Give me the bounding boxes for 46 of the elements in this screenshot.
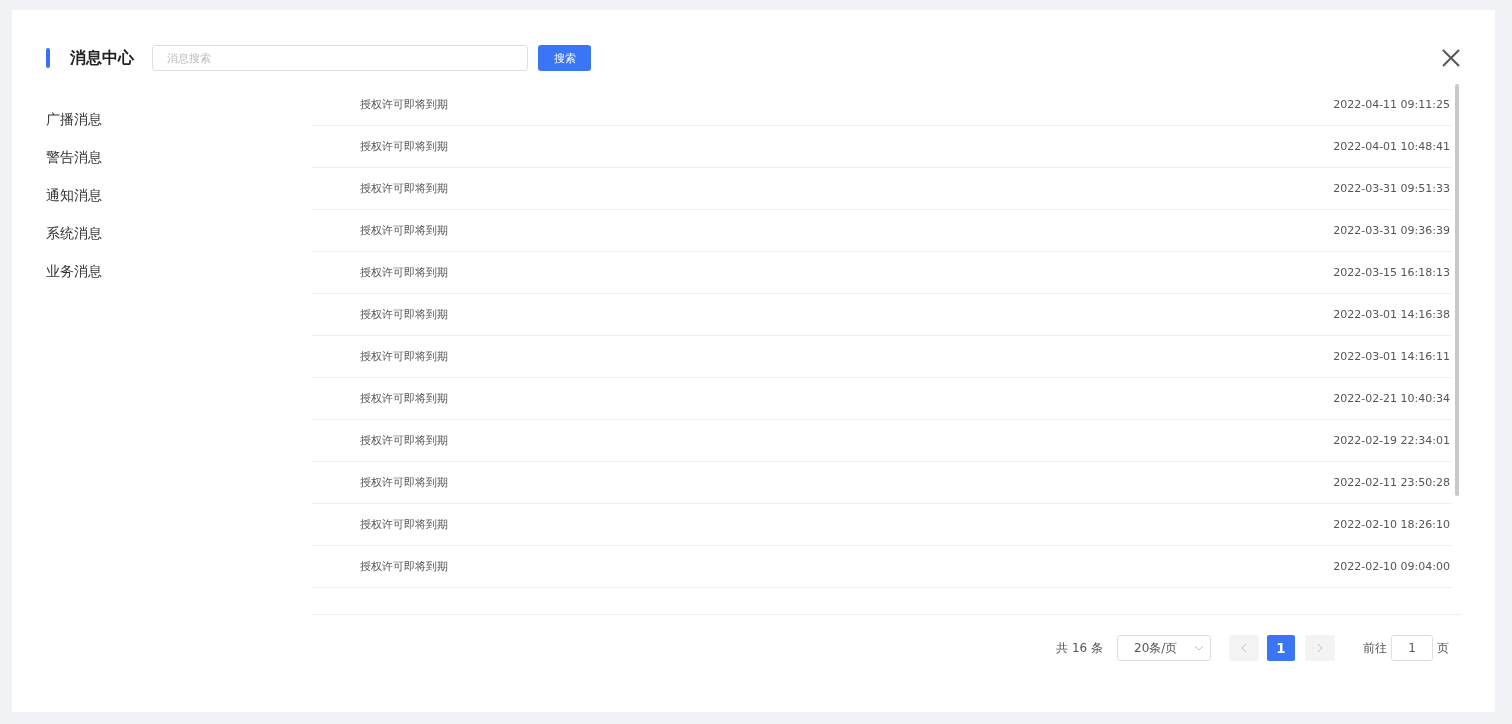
goto-page-field[interactable]: 1	[1391, 635, 1433, 661]
message-time: 2022-03-01 14:16:11	[1333, 350, 1450, 363]
message-time: 2022-03-01 14:16:38	[1333, 308, 1450, 321]
message-title[interactable]: 授权许可即将到期	[360, 265, 448, 280]
sidebar-item[interactable]: 警告消息	[46, 147, 312, 185]
previous-page-button[interactable]	[1229, 635, 1259, 661]
message-time: 2022-02-10 18:26:10	[1333, 518, 1450, 531]
search-button[interactable]: 搜索	[538, 45, 591, 71]
message-title[interactable]: 授权许可即将到期	[360, 349, 448, 364]
message-title[interactable]: 授权许可即将到期	[360, 223, 448, 238]
goto-label: 前往	[1363, 639, 1387, 657]
chevron-down-icon	[1194, 645, 1204, 651]
page-button[interactable]: 1	[1267, 635, 1295, 661]
message-time: 2022-03-31 09:51:33	[1333, 182, 1450, 195]
message-title[interactable]: 授权许可即将到期	[360, 475, 448, 490]
message-time: 2022-02-19 22:34:01	[1333, 434, 1450, 447]
message-time: 2022-02-11 23:50:28	[1333, 476, 1450, 489]
message-time: 2022-02-21 10:40:34	[1333, 392, 1450, 405]
message-title[interactable]: 授权许可即将到期	[360, 517, 448, 532]
page-size-select[interactable]: 20条/页	[1117, 635, 1211, 661]
sidebar-item[interactable]: 系统消息	[46, 223, 312, 261]
sidebar-item[interactable]: 通知消息	[46, 185, 312, 223]
message-time: 2022-02-10 09:04:00	[1333, 560, 1450, 573]
search-field[interactable]: 消息搜索	[152, 45, 528, 71]
chevron-left-icon	[1241, 643, 1247, 653]
scrollbar-thumb[interactable]	[1455, 84, 1459, 496]
message-title[interactable]: 授权许可即将到期	[360, 391, 448, 406]
message-title[interactable]: 授权许可即将到期	[360, 139, 448, 154]
total-count: 共 16 条	[1056, 639, 1103, 657]
message-time: 2022-04-01 10:48:41	[1333, 140, 1450, 153]
message-title[interactable]: 授权许可即将到期	[360, 97, 448, 112]
close-icon[interactable]	[1441, 48, 1461, 68]
message-title[interactable]: 授权许可即将到期	[360, 181, 448, 196]
next-page-button[interactable]	[1305, 635, 1335, 661]
sidebar-item[interactable]: 业务消息	[46, 261, 312, 299]
message-title[interactable]: 授权许可即将到期	[360, 559, 448, 574]
page-suffix: 页	[1437, 639, 1449, 657]
message-time: 2022-03-15 16:18:13	[1333, 266, 1450, 279]
panel-title: 消息中心	[70, 47, 134, 69]
message-time: 2022-04-11 09:11:25	[1333, 98, 1450, 111]
chevron-right-icon	[1317, 643, 1323, 653]
title-accent-bar	[46, 48, 50, 68]
message-title[interactable]: 授权许可即将到期	[360, 433, 448, 448]
message-title[interactable]: 授权许可即将到期	[360, 307, 448, 322]
message-time: 2022-03-31 09:36:39	[1333, 224, 1450, 237]
sidebar-item[interactable]: 广播消息	[46, 109, 312, 147]
